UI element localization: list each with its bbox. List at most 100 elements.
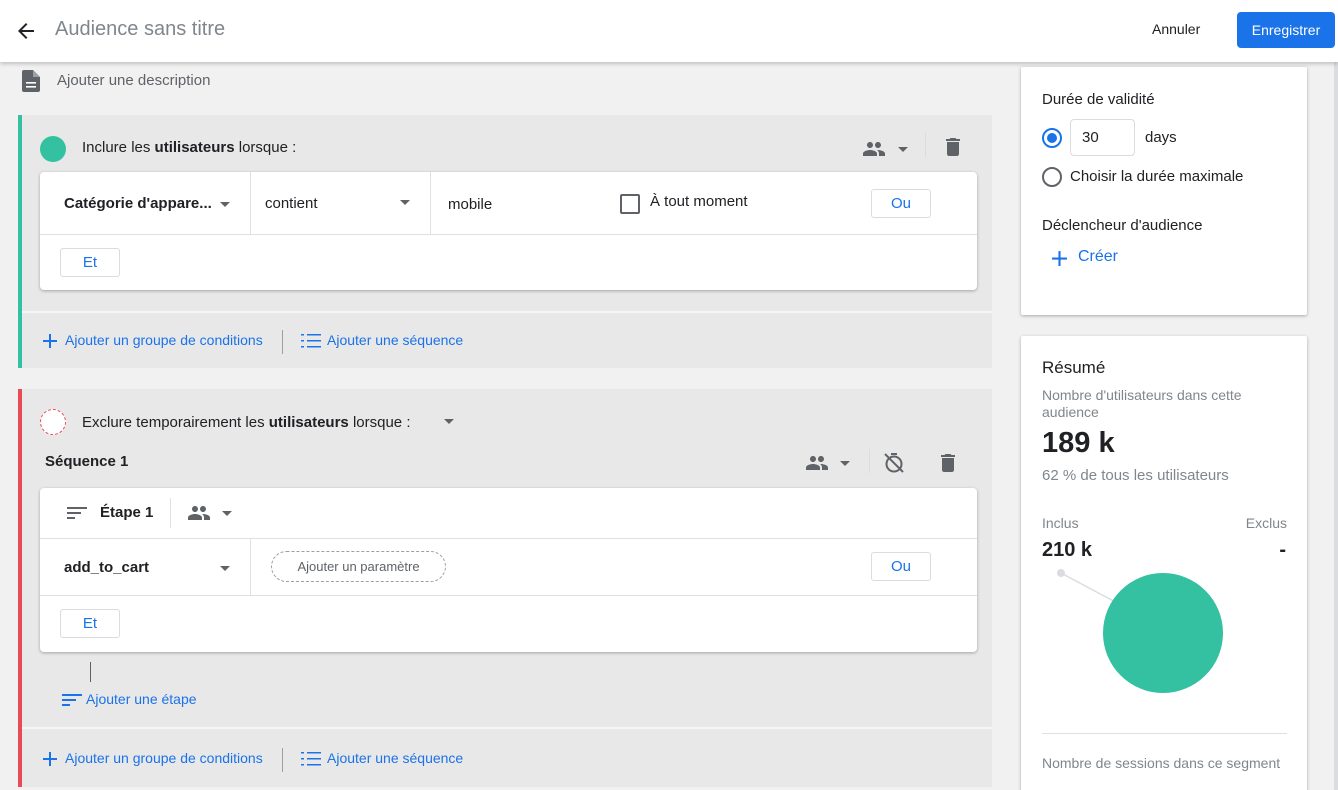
value-input[interactable]: mobile bbox=[448, 196, 492, 213]
divider bbox=[869, 449, 870, 473]
trigger-title: Déclencheur d'audience bbox=[1042, 217, 1203, 234]
include-title-bold: utilisateurs bbox=[154, 139, 235, 156]
included-pie-chart bbox=[1057, 569, 1223, 693]
add-condition-group-link[interactable]: Ajouter un groupe de conditions bbox=[65, 750, 263, 766]
delete-icon[interactable] bbox=[941, 135, 965, 159]
row-divider bbox=[40, 234, 977, 235]
pie-leader-line bbox=[1060, 572, 1120, 605]
condition-card: Catégorie d'appare... contient mobile À … bbox=[40, 172, 977, 290]
exclude-title: Exclure temporairement les utilisateurs … bbox=[82, 414, 410, 431]
sequence-step-card: Étape 1 add_to_cart Ajouter un paramètre… bbox=[40, 488, 977, 652]
plus-icon bbox=[43, 334, 57, 348]
dimension-select[interactable]: Catégorie d'appare... bbox=[64, 195, 212, 212]
include-condition-group: Inclure les utilisateurs lorsque : Catég… bbox=[18, 115, 992, 368]
divider bbox=[282, 748, 283, 772]
add-step-link[interactable]: Ajouter une étape bbox=[86, 691, 197, 707]
max-duration-radio[interactable] bbox=[1042, 167, 1062, 187]
row-divider bbox=[40, 595, 977, 596]
exclude-mode-dropdown-icon[interactable] bbox=[444, 419, 454, 424]
back-arrow-icon[interactable] bbox=[14, 19, 38, 43]
plus-icon bbox=[1052, 251, 1067, 266]
plus-icon bbox=[43, 752, 57, 766]
sessions-label: Nombre de sessions dans ce segment bbox=[1042, 755, 1281, 771]
pie-slice-included bbox=[1103, 573, 1223, 693]
document-icon bbox=[22, 70, 40, 92]
days-input[interactable]: 30 bbox=[1070, 119, 1135, 156]
anytime-label: À tout moment bbox=[650, 193, 748, 210]
cell-divider bbox=[430, 172, 431, 234]
numbered-list-icon bbox=[301, 752, 321, 766]
summary-card: Résumé Nombre d'utilisateurs dans cette … bbox=[1021, 336, 1307, 790]
chevron-down-icon bbox=[840, 461, 850, 466]
audience-title-input[interactable]: Audience sans titre bbox=[55, 18, 225, 41]
scrollbar[interactable] bbox=[1334, 62, 1338, 790]
exclude-indicator bbox=[40, 409, 66, 435]
save-button[interactable]: Enregistrer bbox=[1237, 12, 1335, 48]
days-unit-label: days bbox=[1145, 129, 1177, 146]
delete-icon[interactable] bbox=[936, 451, 960, 475]
and-button[interactable]: Et bbox=[60, 609, 120, 638]
top-bar: Audience sans titre Annuler Enregistrer bbox=[0, 0, 1338, 62]
numbered-list-icon bbox=[301, 334, 321, 348]
cell-divider bbox=[250, 172, 251, 234]
exclude-footer: Ajouter un groupe de conditions Ajouter … bbox=[22, 727, 992, 783]
chevron-down-icon[interactable] bbox=[220, 566, 230, 571]
add-description-field[interactable]: Ajouter une description bbox=[57, 72, 210, 89]
sequence-scope-selector[interactable] bbox=[805, 451, 855, 475]
summary-title: Résumé bbox=[1042, 358, 1106, 377]
sequence-title: Séquence 1 bbox=[45, 453, 129, 470]
cell-divider bbox=[170, 498, 171, 528]
exclude-title-bold: utilisateurs bbox=[268, 414, 349, 431]
chevron-down-icon[interactable] bbox=[220, 202, 230, 207]
chevron-down-icon bbox=[898, 147, 908, 152]
exclude-title-suffix: lorsque : bbox=[348, 414, 411, 431]
people-icon bbox=[863, 142, 885, 156]
cancel-button[interactable]: Annuler bbox=[1140, 19, 1212, 39]
sort-icon bbox=[67, 507, 87, 519]
and-button[interactable]: Et bbox=[60, 248, 120, 277]
operator-select[interactable]: contient bbox=[265, 195, 318, 212]
step-connector bbox=[90, 662, 91, 682]
validity-card: Durée de validité 30 days Choisir la dur… bbox=[1021, 67, 1307, 315]
chevron-down-icon[interactable] bbox=[400, 200, 410, 205]
validity-title: Durée de validité bbox=[1042, 91, 1155, 108]
anytime-checkbox[interactable] bbox=[620, 194, 640, 214]
users-value: 189 k bbox=[1042, 427, 1115, 459]
add-sequence-link[interactable]: Ajouter une séquence bbox=[327, 750, 463, 766]
included-label: Inclus bbox=[1042, 515, 1079, 531]
divider bbox=[925, 133, 926, 157]
include-title-prefix: Inclure les bbox=[82, 139, 155, 156]
people-icon bbox=[806, 456, 828, 470]
or-button[interactable]: Ou bbox=[871, 189, 931, 218]
pie-leader-dot bbox=[1057, 569, 1065, 577]
exclude-condition-group: Exclure temporairement les utilisateurs … bbox=[18, 389, 992, 787]
add-parameter-button[interactable]: Ajouter un paramètre bbox=[271, 551, 446, 582]
create-trigger-button[interactable]: Créer bbox=[1051, 247, 1131, 269]
scope-selector[interactable] bbox=[862, 137, 912, 161]
add-sequence-link[interactable]: Ajouter une séquence bbox=[327, 332, 463, 348]
include-title: Inclure les utilisateurs lorsque : bbox=[82, 139, 296, 156]
sort-icon bbox=[62, 694, 82, 706]
exclude-title-prefix: Exclure temporairement les bbox=[82, 414, 269, 431]
create-label: Créer bbox=[1078, 248, 1119, 265]
step-label: Étape 1 bbox=[100, 504, 154, 521]
row-divider bbox=[40, 538, 977, 539]
divider bbox=[1042, 733, 1287, 734]
include-indicator bbox=[40, 136, 66, 162]
add-condition-group-link[interactable]: Ajouter un groupe de conditions bbox=[65, 332, 263, 348]
timer-off-icon[interactable] bbox=[882, 451, 906, 475]
or-button[interactable]: Ou bbox=[871, 552, 931, 581]
event-select[interactable]: add_to_cart bbox=[64, 559, 149, 576]
users-share: 62 % de tous les utilisateurs bbox=[1042, 467, 1229, 484]
max-duration-label: Choisir la durée maximale bbox=[1070, 168, 1244, 185]
divider bbox=[282, 330, 283, 354]
users-label: Nombre d'utilisateurs dans cette audienc… bbox=[1042, 387, 1242, 420]
people-icon bbox=[188, 506, 210, 520]
step-scope-selector[interactable] bbox=[187, 501, 237, 525]
excluded-label: Exclus bbox=[1245, 515, 1287, 531]
include-footer: Ajouter un groupe de conditions Ajouter … bbox=[22, 311, 992, 367]
include-title-suffix: lorsque : bbox=[234, 139, 297, 156]
cell-divider bbox=[250, 539, 251, 595]
chevron-down-icon bbox=[222, 511, 232, 516]
days-radio[interactable] bbox=[1042, 128, 1062, 148]
